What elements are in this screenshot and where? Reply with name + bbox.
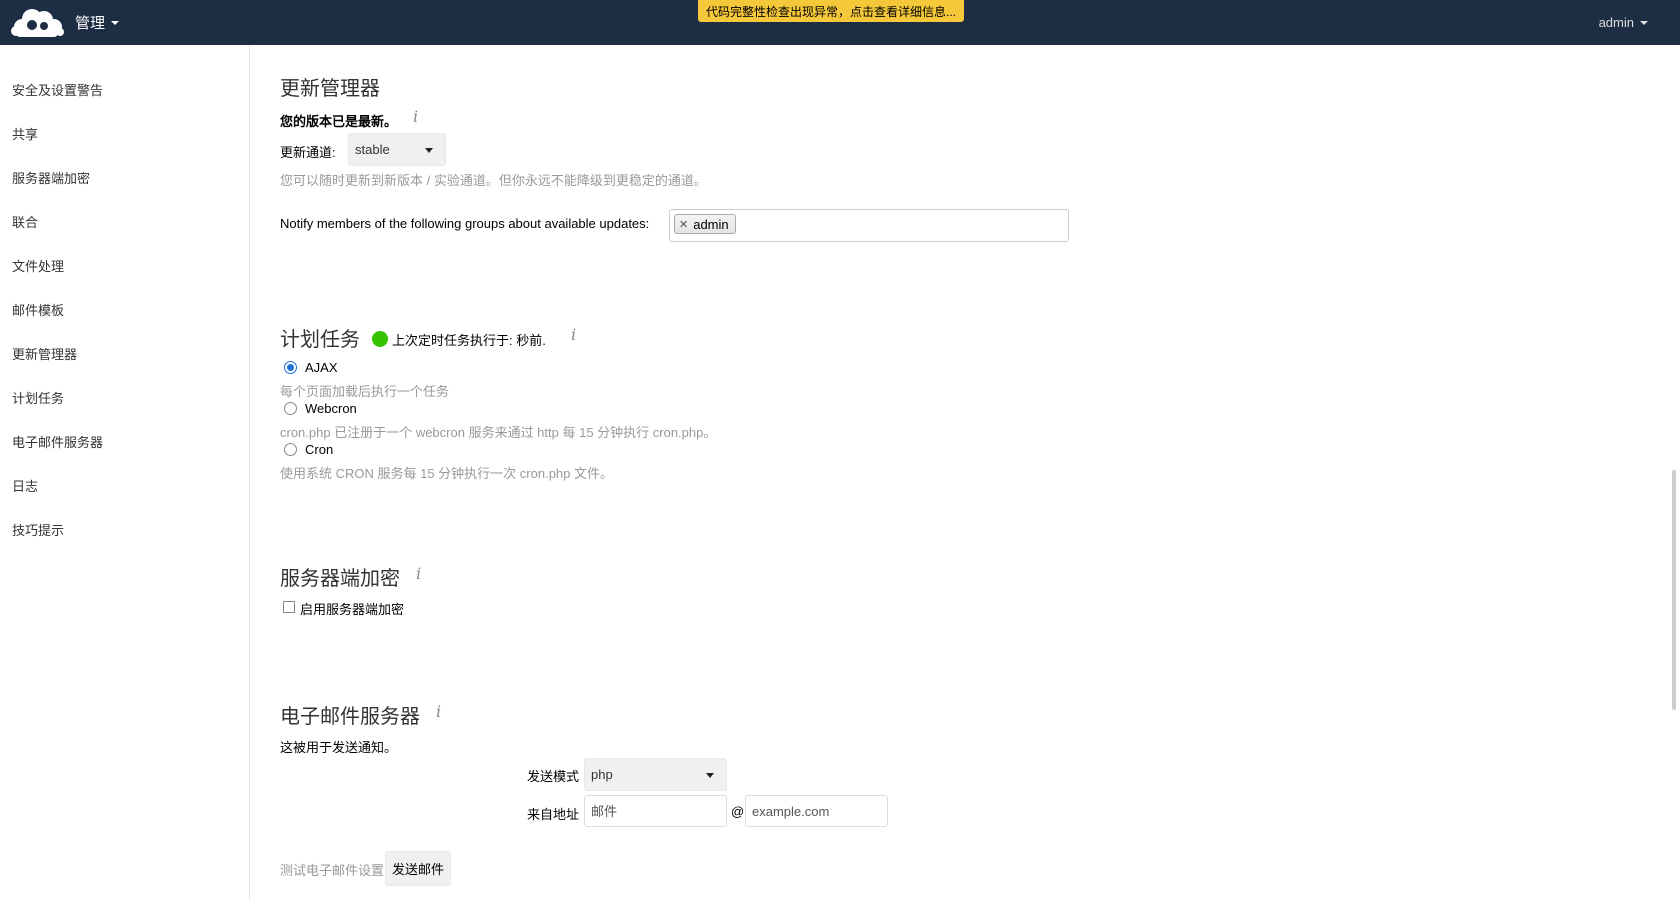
sidebar-item-mail-templates[interactable]: 邮件模板 [0,289,249,333]
from-address-input[interactable] [584,795,727,827]
cron-radio-cron[interactable] [284,443,297,456]
update-channel-label: 更新通道: [280,145,336,160]
enable-encryption-checkbox[interactable] [283,601,295,613]
cron-radio-ajax[interactable] [284,361,297,374]
cron-status-dot [372,331,388,347]
cron-option-label[interactable]: Webcron [305,401,357,416]
app-menu-label: 管理 [75,15,106,32]
chevron-down-icon [425,148,433,153]
header-bar: 管理 代码完整性检查出现异常，点击查看详细信息... admin [0,0,1680,45]
info-icon[interactable]: i [436,702,441,721]
sidebar-item-updater[interactable]: 更新管理器 [0,333,249,377]
sidebar-item-tips[interactable]: 技巧提示 [0,509,249,553]
update-channel-hint: 您可以随时更新到新版本 / 实验通道。但你永远不能降级到更稳定的通道。 [280,173,707,188]
group-tag-label: admin [693,216,729,232]
cron-option-hint: 使用系统 CRON 服务每 15 分钟执行一次 cron.php 文件。 [280,466,613,481]
sidebar-item-file-handling[interactable]: 文件处理 [0,245,249,289]
sidebar-item-mail-server[interactable]: 电子邮件服务器 [0,421,249,465]
info-icon[interactable]: i [416,564,421,583]
sidebar-item-security-warnings[interactable]: 安全及设置警告 [0,69,249,113]
cron-option-hint: cron.php 已注册于一个 webcron 服务来通过 http 每 15 … [280,425,717,440]
mail-server-title: 电子邮件服务器 [280,706,420,728]
updater-status: 您的版本已是最新。 [280,114,398,129]
notify-groups-input[interactable]: ✕ admin [669,209,1069,242]
cron-radio-webcron[interactable] [284,402,297,415]
group-tag: ✕ admin [674,214,736,234]
integrity-warning-banner[interactable]: 代码完整性检查出现异常，点击查看详细信息... [698,0,965,22]
test-mail-label: 测试电子邮件设置 [280,863,385,878]
send-mode-label: 发送模式 [527,769,580,784]
chevron-down-icon [706,773,714,778]
info-icon[interactable]: i [413,107,418,126]
chevron-down-icon [111,20,120,25]
sidebar-item-log[interactable]: 日志 [0,465,249,509]
cron-last-run: 上次定时任务执行于: 秒前. [392,333,546,348]
sidebar-item-sharing[interactable]: 共享 [0,113,249,157]
encryption-title: 服务器端加密 [280,568,400,590]
send-mode-select[interactable]: php [584,758,727,791]
update-channel-value: stable [355,142,390,157]
cron-option-hint: 每个页面加载后执行一个任务 [280,384,450,399]
user-menu[interactable]: admin [1599,15,1648,30]
from-address-label: 来自地址 [527,807,580,822]
settings-sidebar: 安全及设置警告 共享 服务器端加密 联合 文件处理 邮件模板 更新管理器 计划任… [0,45,250,901]
cron-title: 计划任务 [280,329,360,351]
cron-option-label[interactable]: Cron [305,442,333,457]
user-name: admin [1598,15,1634,30]
mail-description: 这被用于发送通知。 [280,740,398,755]
send-test-mail-button[interactable]: 发送邮件 [385,851,452,886]
updater-title: 更新管理器 [280,78,380,100]
sidebar-item-federation[interactable]: 联合 [0,201,249,245]
close-icon[interactable]: ✕ [679,218,688,231]
sidebar-item-encryption[interactable]: 服务器端加密 [0,157,249,201]
at-sign: @ [731,804,745,819]
owncloud-logo-icon[interactable] [10,5,64,39]
enable-encryption-label[interactable]: 启用服务器端加密 [300,599,404,618]
app-menu[interactable]: 管理 [75,12,120,33]
sidebar-item-cron[interactable]: 计划任务 [0,377,249,421]
scrollbar[interactable] [1672,470,1676,710]
chevron-down-icon [1640,20,1648,25]
notify-groups-label: Notify members of the following groups a… [280,216,650,231]
send-mode-value: php [591,767,613,782]
info-icon[interactable]: i [571,325,576,344]
mail-domain-input[interactable] [745,795,888,827]
update-channel-select[interactable]: stable [348,133,446,166]
cron-option-label[interactable]: AJAX [305,360,338,375]
settings-content: 更新管理器 您的版本已是最新。 i 更新通道: stable 您可以随时更新到新… [251,45,1671,901]
